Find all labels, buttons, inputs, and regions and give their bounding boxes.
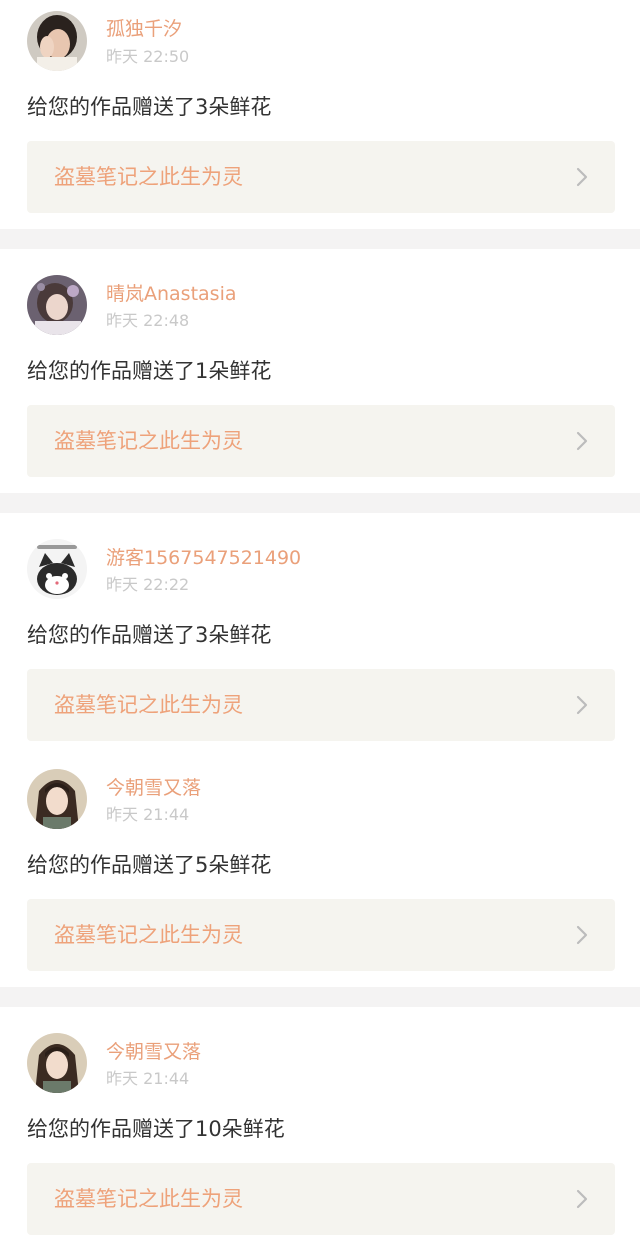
section-divider [0,229,640,249]
notification-item: 晴岚Anastasia 昨天 22:48 给您的作品赠送了1朵鲜花 盗墓笔记之此… [0,249,640,493]
notification-item: 今朝雪又落 昨天 21:44 给您的作品赠送了10朵鲜花 盗墓笔记之此生为灵 [0,1007,640,1247]
user-avatar[interactable] [27,1033,87,1093]
anime-character-avatar-icon [27,769,87,829]
user-name[interactable]: 孤独千汐 [106,17,182,41]
timestamp: 昨天 22:48 [106,311,190,330]
work-title: 盗墓笔记之此生为灵 [54,693,243,717]
girl-portrait-avatar-icon [27,275,87,335]
timestamp: 昨天 21:44 [106,805,190,824]
gift-message: 给您的作品赠送了1朵鲜花 [27,359,272,383]
gift-notification-feed: 孤独千汐 昨天 22:50 给您的作品赠送了3朵鲜花 盗墓笔记之此生为灵 晴岚A… [0,0,640,1247]
user-avatar[interactable] [27,769,87,829]
user-avatar[interactable] [27,275,87,335]
section-divider [0,493,640,513]
work-title: 盗墓笔记之此生为灵 [54,1187,243,1211]
timestamp: 昨天 22:50 [106,47,190,66]
work-title: 盗墓笔记之此生为灵 [54,923,243,947]
notification-item: 孤独千汐 昨天 22:50 给您的作品赠送了3朵鲜花 盗墓笔记之此生为灵 [0,0,640,229]
work-link-card[interactable]: 盗墓笔记之此生为灵 [27,405,615,477]
work-link-card[interactable]: 盗墓笔记之此生为灵 [27,141,615,213]
section-divider [0,987,640,1007]
user-name[interactable]: 晴岚Anastasia [106,282,237,306]
chevron-right-icon [576,1189,588,1209]
chevron-right-icon [576,167,588,187]
user-name[interactable]: 今朝雪又落 [106,776,201,800]
timestamp: 昨天 21:44 [106,1069,190,1088]
gift-message: 给您的作品赠送了3朵鲜花 [27,95,272,119]
user-avatar[interactable] [27,539,87,599]
work-title: 盗墓笔记之此生为灵 [54,165,243,189]
cartoon-cat-avatar-icon [27,539,87,599]
work-link-card[interactable]: 盗墓笔记之此生为灵 [27,1163,615,1235]
timestamp: 昨天 22:22 [106,575,190,594]
work-link-card[interactable]: 盗墓笔记之此生为灵 [27,899,615,971]
user-name[interactable]: 游客1567547521490 [106,546,301,570]
user-name[interactable]: 今朝雪又落 [106,1040,201,1064]
notification-item: 游客1567547521490 昨天 22:22 给您的作品赠送了3朵鲜花 盗墓… [0,513,640,987]
gift-message: 给您的作品赠送了10朵鲜花 [27,1117,285,1141]
girl-covering-face-avatar-icon [27,11,87,71]
chevron-right-icon [576,695,588,715]
chevron-right-icon [576,431,588,451]
work-link-card[interactable]: 盗墓笔记之此生为灵 [27,669,615,741]
gift-message: 给您的作品赠送了5朵鲜花 [27,853,272,877]
chevron-right-icon [576,925,588,945]
work-title: 盗墓笔记之此生为灵 [54,429,243,453]
gift-message: 给您的作品赠送了3朵鲜花 [27,623,272,647]
anime-character-avatar-icon [27,1033,87,1093]
user-avatar[interactable] [27,11,87,71]
